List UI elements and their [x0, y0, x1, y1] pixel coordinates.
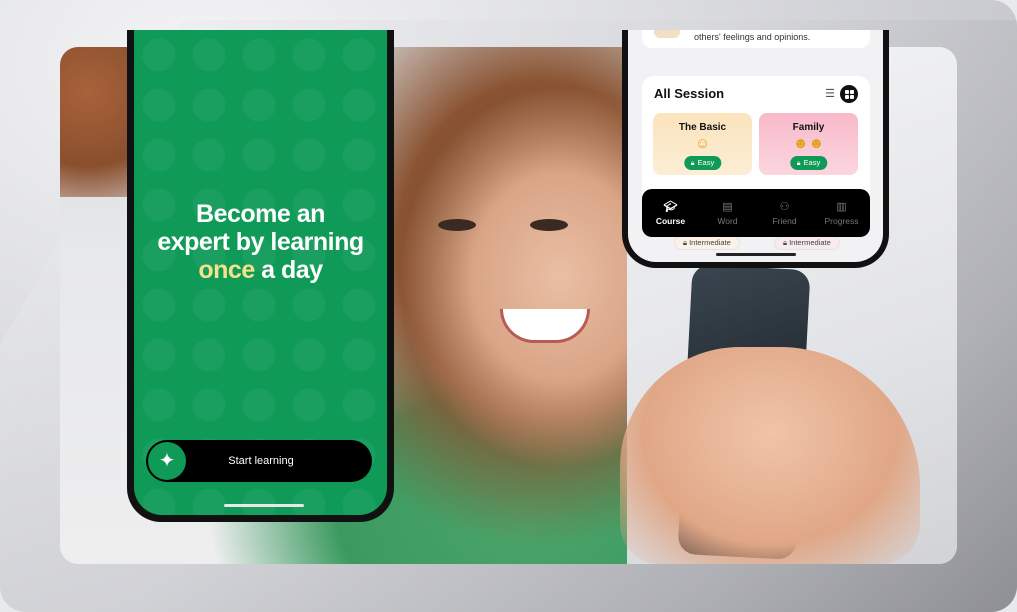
family-icon: ☻☻: [792, 135, 825, 152]
level-badge-intermediate: 🔒︎ Intermediate: [774, 236, 840, 250]
onboarding-phone: Become an expert by learning once a day …: [127, 30, 394, 522]
level-badge: 🔒︎ Easy: [683, 156, 722, 170]
start-learning-button[interactable]: ✦ Start learning: [146, 440, 372, 482]
session-card-family[interactable]: Family ☻☻ 🔒︎ Easy: [759, 113, 858, 175]
level-label: Intermediate: [689, 238, 731, 247]
level-label: Easy: [803, 158, 821, 167]
tab-label: Progress: [824, 216, 859, 226]
course-phone: others' feelings and opinions. All Sessi…: [622, 30, 889, 268]
sparkle-icon: ✦: [148, 442, 186, 480]
list-view-icon[interactable]: ☰: [822, 87, 838, 101]
section-title: All Session: [654, 86, 725, 101]
level-label: Intermediate: [789, 238, 831, 247]
card-title: Family: [792, 122, 825, 133]
level-badge-intermediate: 🔒︎ Intermediate: [674, 236, 740, 250]
left-eye: [438, 219, 476, 231]
smile: [500, 309, 590, 343]
headline-line3: once a day: [134, 256, 387, 284]
start-learning-label: Start learning: [228, 455, 294, 467]
lock-icon: 🔒︎: [690, 160, 695, 167]
level-label: Easy: [697, 158, 715, 167]
smiling-face-icon: ☺: [694, 135, 711, 152]
tab-label: Friend: [772, 216, 797, 226]
level-badge: 🔒︎ Easy: [789, 156, 828, 170]
snippet-text: others' feelings and opinions.: [694, 32, 811, 42]
headline-line3-rest: a day: [254, 256, 323, 284]
headline-line2: expert by learning: [157, 228, 364, 256]
snippet-thumbnail: [654, 30, 680, 38]
session-card-the-basic[interactable]: The Basic ☺ 🔒︎ Easy: [653, 113, 752, 175]
next-level-row: 🔒︎ Intermediate 🔒︎ Intermediate: [628, 236, 883, 250]
course-screen: others' feelings and opinions. All Sessi…: [628, 30, 883, 262]
tab-label: Course: [655, 216, 686, 226]
tab-course[interactable]: 🎓︎ Course: [646, 200, 696, 226]
headline-accent: once: [198, 256, 255, 284]
previous-card-snippet: others' feelings and opinions.: [642, 30, 870, 48]
tab-friend[interactable]: ⚇ Friend: [760, 200, 810, 226]
tab-progress[interactable]: ▥ Progress: [817, 200, 867, 226]
right-eye: [530, 219, 568, 231]
lock-icon: 🔒︎: [796, 160, 801, 167]
graduation-cap-icon: 🎓︎: [663, 201, 678, 213]
person-icon: ⚇: [779, 201, 790, 213]
onboarding-screen: Become an expert by learning once a day …: [134, 30, 387, 515]
card-title: The Basic: [678, 122, 727, 133]
headline-line1: Become an: [196, 200, 325, 228]
home-indicator: [224, 504, 304, 507]
tab-label: Word: [717, 216, 738, 226]
tab-word[interactable]: ▤ Word: [703, 200, 753, 226]
headline: Become an expert by learning once a day: [134, 200, 387, 284]
bottom-tab-bar: 🎓︎ Course ▤ Word ⚇ Friend ▥ Progress: [642, 189, 870, 237]
chart-icon: ▥: [836, 201, 847, 213]
grid-view-icon[interactable]: [840, 85, 858, 103]
home-indicator: [716, 253, 796, 256]
book-icon: ▤: [722, 201, 733, 213]
